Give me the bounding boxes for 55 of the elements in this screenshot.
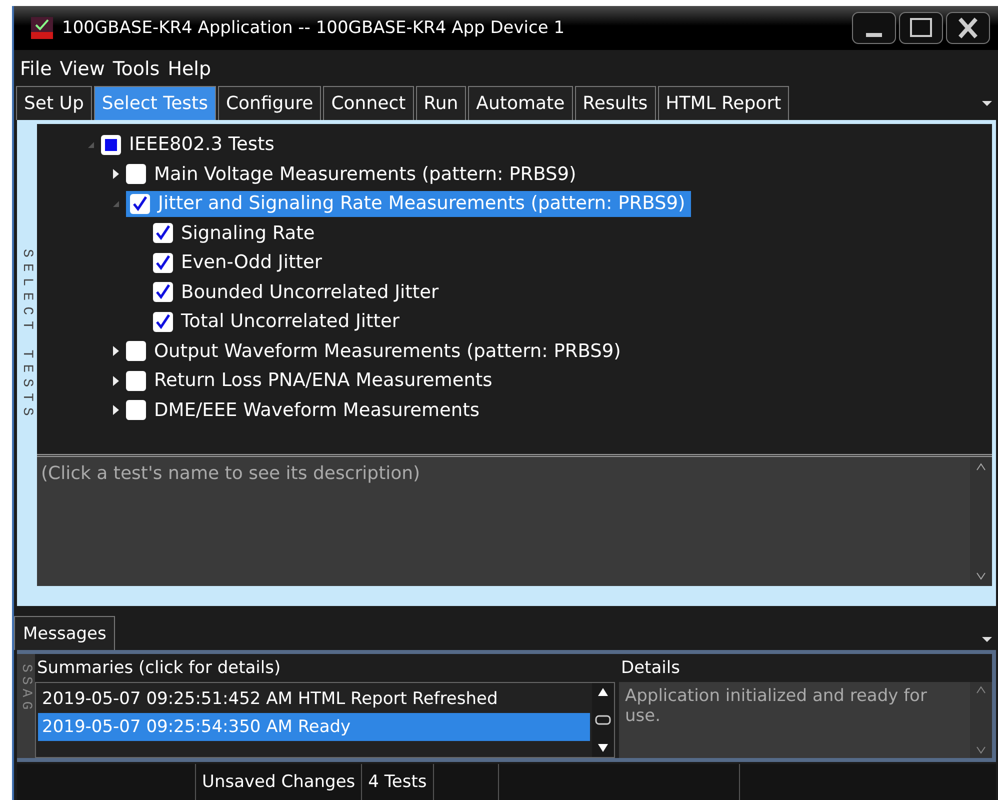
tab[interactable]: Configure — [218, 86, 322, 120]
scrollbar[interactable] — [592, 683, 614, 758]
tree-item[interactable]: Bounded Uncorrelated Jitter — [179, 280, 441, 305]
side-label: SELECT TESTS — [19, 248, 35, 422]
app-icon — [30, 16, 54, 40]
column-header: Summaries (click for details) — [36, 657, 282, 680]
tab[interactable]: Connect — [323, 86, 414, 120]
tab[interactable]: Set Up — [16, 86, 92, 120]
message-row[interactable]: 2019-05-07 09:25:51:452 AM HTML Report Refreshed — [38, 685, 590, 714]
checkbox[interactable] — [101, 134, 121, 155]
menu-item[interactable]: View — [60, 58, 105, 80]
status-text: 4 Tests — [362, 764, 434, 800]
tab[interactable]: Results — [574, 86, 656, 120]
tab[interactable]: HTML Report — [658, 86, 790, 120]
checkbox[interactable] — [153, 282, 173, 302]
maximize-icon[interactable] — [899, 12, 943, 44]
window-title: 100GBASE-KR4 Application -- 100GBASE-KR4 App Device 1 — [62, 18, 566, 38]
scroll-down-icon[interactable] — [597, 743, 609, 754]
checkbox[interactable] — [153, 312, 173, 332]
tree-item[interactable]: IEEE802.3 Tests — [127, 132, 276, 158]
scroll-thumb[interactable] — [595, 715, 611, 726]
dropdown-icon[interactable] — [980, 634, 994, 644]
details-text: Application initialized and ready for use. — [624, 685, 928, 728]
checkbox[interactable] — [130, 194, 150, 214]
expand-icon[interactable] — [113, 405, 119, 416]
expand-icon[interactable] — [113, 169, 119, 180]
tree-item[interactable]: DME/EEE Waveform Measurements — [152, 398, 482, 423]
menu-item[interactable]: Tools — [112, 58, 160, 80]
panel-tab[interactable]: Messages — [14, 616, 116, 650]
checkbox[interactable] — [126, 164, 146, 184]
description-text: (Click a test's name to see its description) — [40, 462, 422, 486]
tree-item[interactable]: Total Uncorrelated Jitter — [179, 309, 402, 334]
tab[interactable]: Automate — [468, 86, 573, 120]
expand-icon[interactable] — [113, 376, 119, 386]
minimize-icon[interactable] — [852, 12, 896, 44]
tree-item[interactable]: Output Waveform Measurements (pattern: PRBS9) — [152, 338, 623, 364]
checkbox[interactable] — [126, 370, 146, 391]
checkbox[interactable] — [126, 400, 146, 420]
side-label: SSAG — [18, 663, 34, 716]
message-row[interactable]: 2019-05-07 09:25:54:350 AM Ready — [38, 713, 590, 742]
expand-icon[interactable] — [113, 346, 119, 356]
tab[interactable]: Run — [416, 86, 466, 120]
tree-item[interactable]: Main Voltage Measurements (pattern: PRBS9) — [152, 162, 578, 187]
status-text: Unsaved Changes — [196, 764, 362, 800]
scroll-up-icon[interactable] — [597, 687, 609, 698]
tree-item[interactable]: Return Loss PNA/ENA Measurements — [152, 368, 494, 394]
column-header: Details — [620, 657, 681, 680]
checkbox[interactable] — [153, 252, 173, 273]
tree-item[interactable]: Even-Odd Jitter — [179, 250, 324, 276]
tree-item[interactable]: Signaling Rate — [179, 220, 317, 246]
menu-item[interactable]: Help — [168, 58, 212, 80]
checkbox[interactable] — [126, 341, 146, 362]
menu-item[interactable]: File — [20, 58, 52, 80]
close-icon[interactable] — [946, 12, 990, 44]
checkbox[interactable] — [153, 223, 173, 244]
